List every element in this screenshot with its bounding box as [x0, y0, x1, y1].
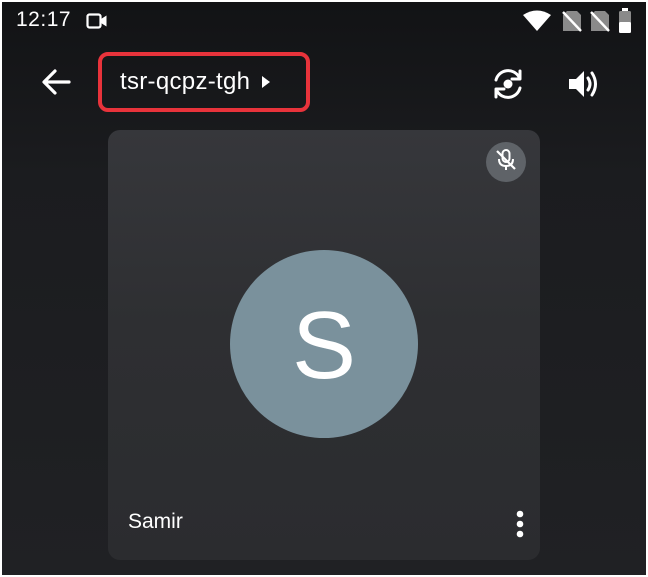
- speaker-button[interactable]: [562, 64, 606, 108]
- arrow-back-icon: [41, 68, 71, 100]
- caret-right-icon: [262, 76, 271, 88]
- mic-muted-badge: [486, 142, 526, 182]
- status-bar: 12:17: [2, 2, 646, 40]
- no-sim-icon: [562, 10, 582, 37]
- app-bar: tsr-qcpz-tgh: [2, 52, 646, 116]
- meeting-code-button[interactable]: tsr-qcpz-tgh: [98, 52, 310, 112]
- wifi-icon: [522, 10, 552, 37]
- avatar: S: [230, 250, 418, 438]
- no-sim-icon: [590, 10, 610, 37]
- participant-name: Samir: [128, 510, 183, 533]
- participant-tile[interactable]: S Samir: [108, 130, 540, 560]
- more-vert-icon: [516, 510, 524, 543]
- video-camera-icon: [86, 12, 108, 35]
- back-button[interactable]: [36, 64, 76, 104]
- mic-off-icon: [493, 147, 519, 178]
- switch-camera-icon: [490, 66, 526, 107]
- meeting-code: tsr-qcpz-tgh: [120, 68, 251, 95]
- more-options-button[interactable]: [506, 510, 534, 542]
- avatar-initial: S: [291, 292, 357, 399]
- volume-icon: [567, 68, 601, 105]
- meet-call-screen: 12:17 tsr-qcpz-tgh S Samir: [2, 2, 646, 575]
- switch-camera-button[interactable]: [486, 64, 530, 108]
- battery-icon: [618, 8, 632, 39]
- status-time: 12:17: [16, 8, 72, 31]
